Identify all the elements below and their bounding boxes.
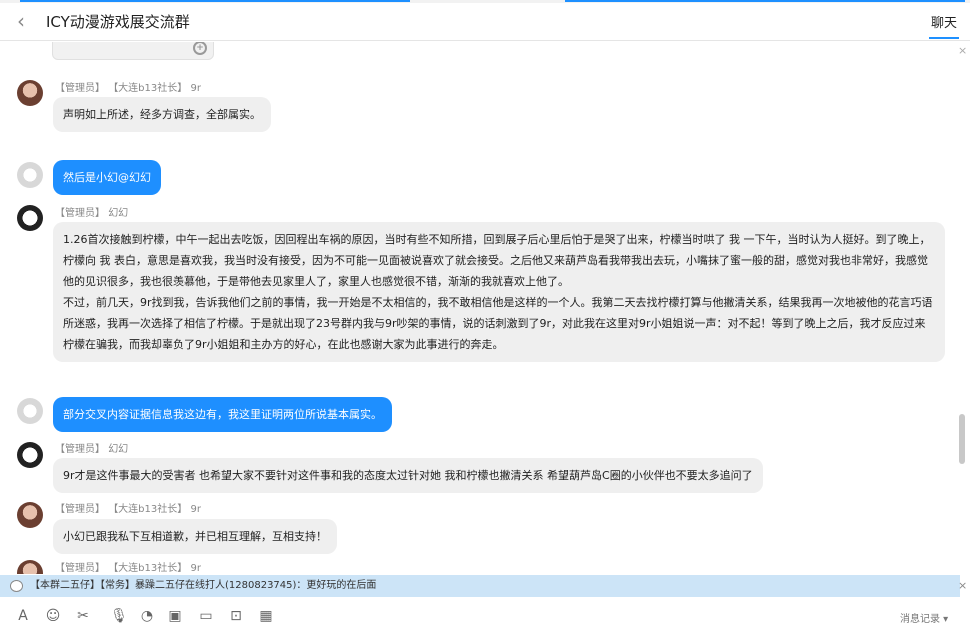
sender-meta: 【管理员】 幻幻 bbox=[55, 204, 128, 219]
message-bubble[interactable]: 9r才是这件事最大的受害者 也希望大家不要针对这件事和我的态度太过针对她 我和柠… bbox=[53, 458, 763, 493]
sender-name[interactable]: 幻幻 bbox=[108, 208, 128, 219]
message-list[interactable]: + × 【管理员】 【大连b13社长】 9r 声明如上所述，经多方调查，全部属实… bbox=[0, 42, 970, 574]
back-arrow-icon[interactable]: ‹ bbox=[17, 10, 37, 32]
chat-scrollbar[interactable] bbox=[959, 414, 965, 464]
group-notice-bar[interactable]: 【本群二五仔】【常务】暴躁二五仔在线打人(1280823745)：更好玩的在后面… bbox=[0, 575, 967, 597]
role-badge: 【管理员】 bbox=[55, 208, 105, 219]
microphone-icon[interactable]: 🎙 bbox=[110, 607, 128, 625]
partial-image-message[interactable]: + bbox=[52, 42, 214, 60]
sender-name[interactable]: 幻幻 bbox=[108, 444, 128, 455]
message-bubble[interactable]: 声明如上所述，经多方调查，全部属实。 bbox=[53, 97, 271, 132]
sender-suffix: 9r bbox=[190, 504, 201, 515]
message-paragraph: 不过，前几天，9r找到我，告诉我他们之前的事情，我一开始是不太相信的，我不敢相信… bbox=[63, 296, 933, 351]
sender-meta: 【管理员】 【大连b13社长】 9r bbox=[55, 500, 201, 515]
notice-close-icon[interactable]: × bbox=[958, 575, 967, 597]
message-bubble[interactable]: 小幻已跟我私下互相道歉，并已相互理解，互相支持！ bbox=[53, 519, 337, 554]
calendar-icon[interactable]: ▦ bbox=[257, 607, 275, 625]
girl-avatar[interactable] bbox=[17, 205, 43, 231]
emoji-icon[interactable]: ☺ bbox=[44, 607, 62, 625]
message-history-link[interactable]: 消息记录 ▾ bbox=[900, 610, 948, 625]
role-badge: 【管理员】 bbox=[55, 444, 105, 455]
sender-name[interactable]: 【大连b13社长】 bbox=[108, 563, 187, 574]
sender-name[interactable]: 【大连b13社长】 bbox=[108, 83, 187, 94]
group-title: ICY动漫游戏展交流群 bbox=[46, 13, 190, 31]
font-icon[interactable]: A bbox=[14, 607, 32, 625]
sticker-icon[interactable]: ◔ bbox=[138, 607, 156, 625]
message-bubble[interactable]: 然后是小幻@幻幻 bbox=[53, 160, 161, 195]
role-badge: 【管理员】 bbox=[55, 563, 105, 574]
message-bubble[interactable]: 1.26首次接触到柠檬，中午一起出去吃饭，因回程出车祸的原因，当时有些不知所措，… bbox=[53, 222, 945, 362]
image-icon[interactable]: ▣ bbox=[166, 607, 184, 625]
sender-suffix: 9r bbox=[190, 83, 201, 94]
tab-chat[interactable]: 聊天 bbox=[931, 12, 957, 31]
notice-text: 【本群二五仔】【常务】暴躁二五仔在线打人(1280823745)：更好玩的在后面 bbox=[30, 580, 377, 591]
input-toolbar: A ☺ ✂ 🎙 ◔ ▣ ▭ ⊡ ▦ 消息记录 ▾ bbox=[0, 600, 970, 630]
folder-icon[interactable]: ▭ bbox=[197, 607, 215, 625]
role-badge: 【管理员】 bbox=[55, 504, 105, 515]
sender-name[interactable]: 【大连b13社长】 bbox=[108, 504, 187, 515]
sender-suffix: 9r bbox=[190, 563, 201, 574]
message-paragraph: 1.26首次接触到柠檬，中午一起出去吃饭，因回程出车祸的原因，当时有些不知所措，… bbox=[63, 233, 931, 288]
admin-avatar[interactable] bbox=[17, 560, 43, 574]
accent-segment-right bbox=[565, 0, 965, 2]
screenshot-icon[interactable]: ⊡ bbox=[227, 607, 245, 625]
message-bubble[interactable]: 部分交叉内容证据信息我这边有，我这里证明两位所说基本属实。 bbox=[53, 397, 392, 432]
penguin-icon bbox=[10, 580, 23, 592]
zoom-in-icon[interactable]: + bbox=[193, 42, 207, 55]
cute-avatar[interactable] bbox=[17, 162, 43, 188]
tab-chat-underline bbox=[929, 37, 959, 39]
chat-header: ‹ ICY动漫游戏展交流群 聊天 bbox=[0, 3, 970, 41]
role-badge: 【管理员】 bbox=[55, 83, 105, 94]
admin-avatar[interactable] bbox=[17, 502, 43, 528]
admin-avatar[interactable] bbox=[17, 80, 43, 106]
close-panel-icon[interactable]: × bbox=[958, 44, 967, 57]
girl-avatar[interactable] bbox=[17, 442, 43, 468]
accent-segment-left bbox=[20, 0, 410, 2]
sender-meta: 【管理员】 【大连b13社长】 9r bbox=[55, 559, 201, 574]
cute-avatar[interactable] bbox=[17, 398, 43, 424]
sender-meta: 【管理员】 【大连b13社长】 9r bbox=[55, 79, 201, 94]
sender-meta: 【管理员】 幻幻 bbox=[55, 440, 128, 455]
scissors-icon[interactable]: ✂ bbox=[74, 607, 92, 625]
